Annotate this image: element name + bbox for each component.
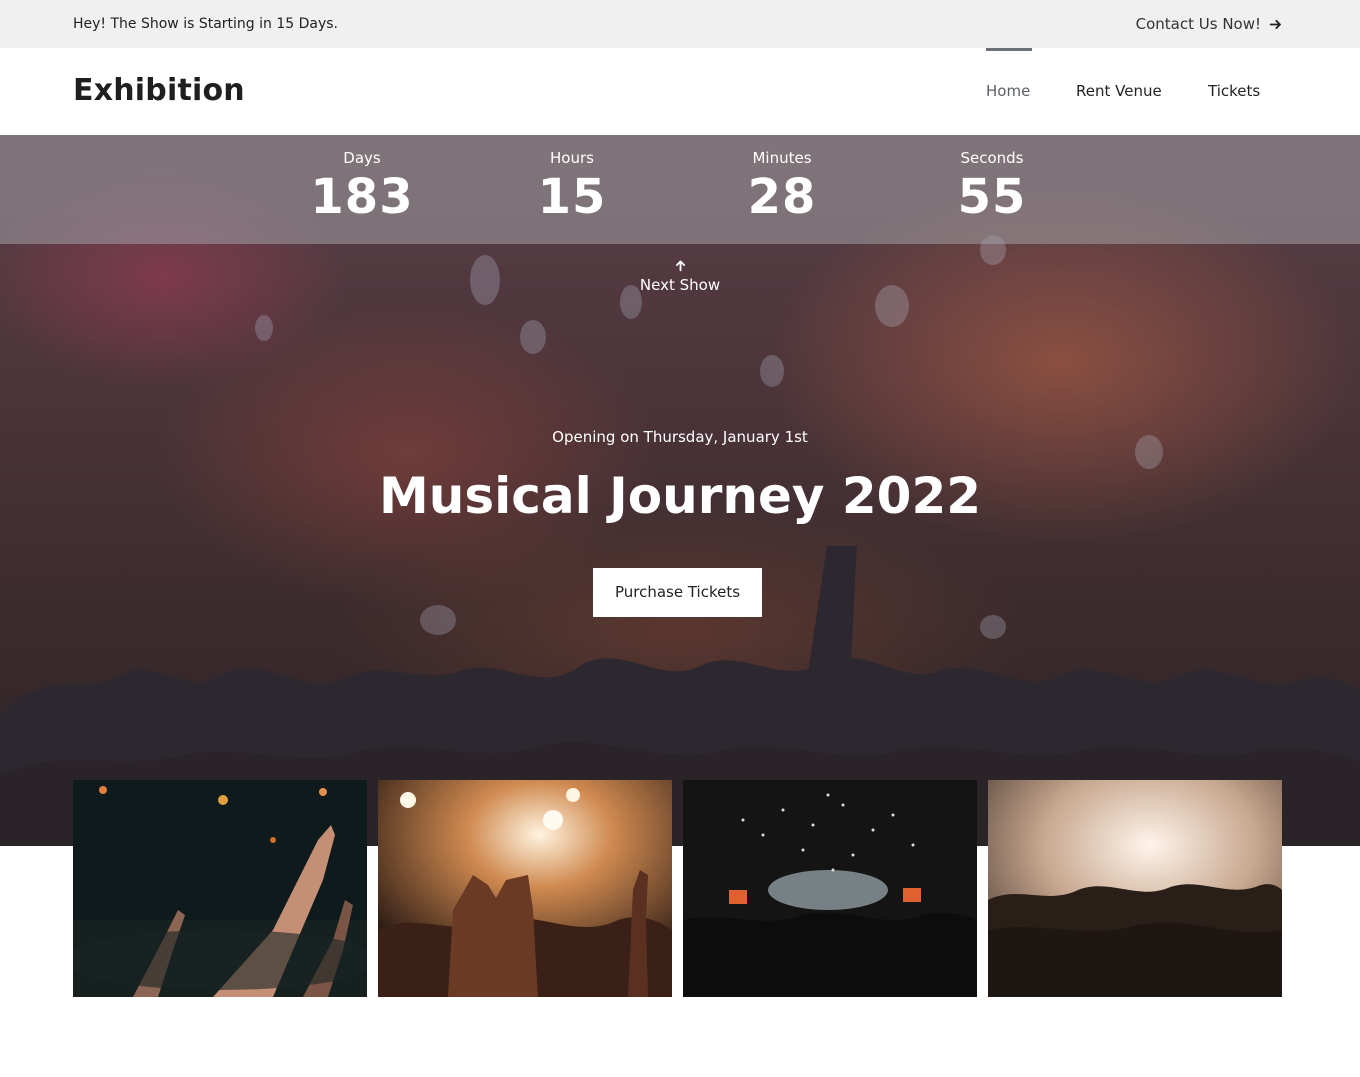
countdown-hours: Hours 15 [492, 149, 652, 225]
seconds-value: 55 [957, 169, 1027, 225]
gallery-photo-4[interactable] [988, 780, 1282, 997]
main-navbar: Exhibition Home Rent Venue Tickets [0, 48, 1360, 135]
event-title: Musical Journey 2022 [378, 467, 982, 525]
next-show-link[interactable]: Next Show [580, 259, 780, 294]
gallery-photo-1[interactable] [73, 780, 367, 997]
active-nav-indicator [986, 48, 1032, 51]
days-label: Days [343, 149, 381, 167]
seconds-label: Seconds [960, 149, 1024, 167]
confetti-crowd-photo [683, 780, 977, 997]
contact-us-label: Contact Us Now! [1135, 15, 1261, 33]
arrow-up-icon [675, 260, 685, 272]
next-show-label: Next Show [639, 276, 721, 294]
hours-value: 15 [537, 169, 607, 225]
hero-section: Days 183 Hours 15 Minutes 28 Seconds 55 … [0, 135, 1360, 846]
concert-hands-photo [73, 780, 367, 997]
gallery-photo-2[interactable] [378, 780, 672, 997]
countdown-minutes: Minutes 28 [702, 149, 862, 225]
minutes-label: Minutes [752, 149, 812, 167]
announcement-text: Hey! The Show is Starting in 15 Days. [73, 16, 339, 32]
heart-hands-stage-photo [378, 780, 672, 997]
stage-lights-crowd-photo [988, 780, 1282, 997]
arrow-right-icon [1269, 19, 1281, 29]
gallery-photo-3[interactable] [683, 780, 977, 997]
days-value: 183 [310, 169, 414, 225]
countdown-bar: Days 183 Hours 15 Minutes 28 Seconds 55 [0, 135, 1360, 244]
nav-item-home[interactable]: Home [986, 82, 1030, 100]
nav-item-rent-venue[interactable]: Rent Venue [1076, 82, 1162, 100]
nav-item-tickets[interactable]: Tickets [1208, 82, 1260, 100]
purchase-tickets-button[interactable]: Purchase Tickets [593, 568, 762, 617]
announcement-bar: Hey! The Show is Starting in 15 Days. Co… [0, 0, 1360, 48]
site-logo[interactable]: Exhibition [73, 73, 245, 108]
minutes-value: 28 [747, 169, 817, 225]
contact-us-link[interactable]: Contact Us Now! [1136, 15, 1282, 33]
countdown-days: Days 183 [282, 149, 442, 225]
opening-date-text: Opening on Thursday, January 1st [552, 428, 808, 446]
hours-label: Hours [550, 149, 594, 167]
countdown-seconds: Seconds 55 [912, 149, 1072, 225]
